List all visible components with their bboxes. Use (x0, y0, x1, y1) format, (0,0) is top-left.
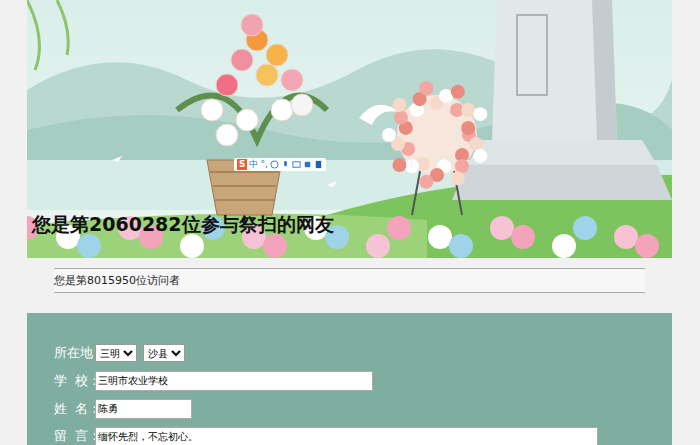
message-textarea[interactable] (95, 427, 598, 445)
page: S中°, 您是第2060282位参与祭扫的网友您是第8015950位访问者所在地：… (0, 0, 700, 445)
ime-punct[interactable]: °, (260, 159, 267, 170)
smile-icon[interactable] (270, 160, 279, 169)
text-input[interactable] (95, 371, 373, 391)
field-label: 所在地： (54, 344, 91, 362)
form-row: 学 校： (54, 371, 645, 391)
ime-toolbar[interactable]: S中°, (234, 158, 326, 171)
form-row: 所在地：三明沙县 (54, 343, 645, 363)
region-select[interactable]: 三明 (95, 344, 137, 362)
region-select[interactable]: 沙县 (143, 344, 185, 362)
field-label: 姓 名： (54, 400, 91, 418)
form-row: 留 言： (54, 427, 645, 445)
text-input[interactable] (95, 399, 192, 419)
menu-icon[interactable] (314, 160, 323, 169)
ime-logo[interactable]: S (237, 159, 247, 170)
message-form: 所在地：三明沙县学 校：姓 名：留 言： (27, 313, 672, 445)
ime-mode[interactable]: 中 (249, 159, 258, 170)
skin-icon[interactable] (303, 160, 312, 169)
visitor-counter: 您是第8015950位访问者 (54, 268, 645, 293)
banner: S中°, 您是第2060282位参与祭扫的网友 (27, 0, 672, 258)
mic-icon[interactable] (281, 160, 290, 169)
keyboard-icon[interactable] (292, 160, 301, 169)
form-row: 姓 名： (54, 399, 645, 419)
field-label: 学 校： (54, 372, 91, 390)
container: S中°, 您是第2060282位参与祭扫的网友您是第8015950位访问者所在地：… (27, 0, 672, 445)
field-label: 留 言： (54, 427, 91, 445)
sweep-count: 您是第2060282位参与祭扫的网友 (32, 212, 334, 238)
